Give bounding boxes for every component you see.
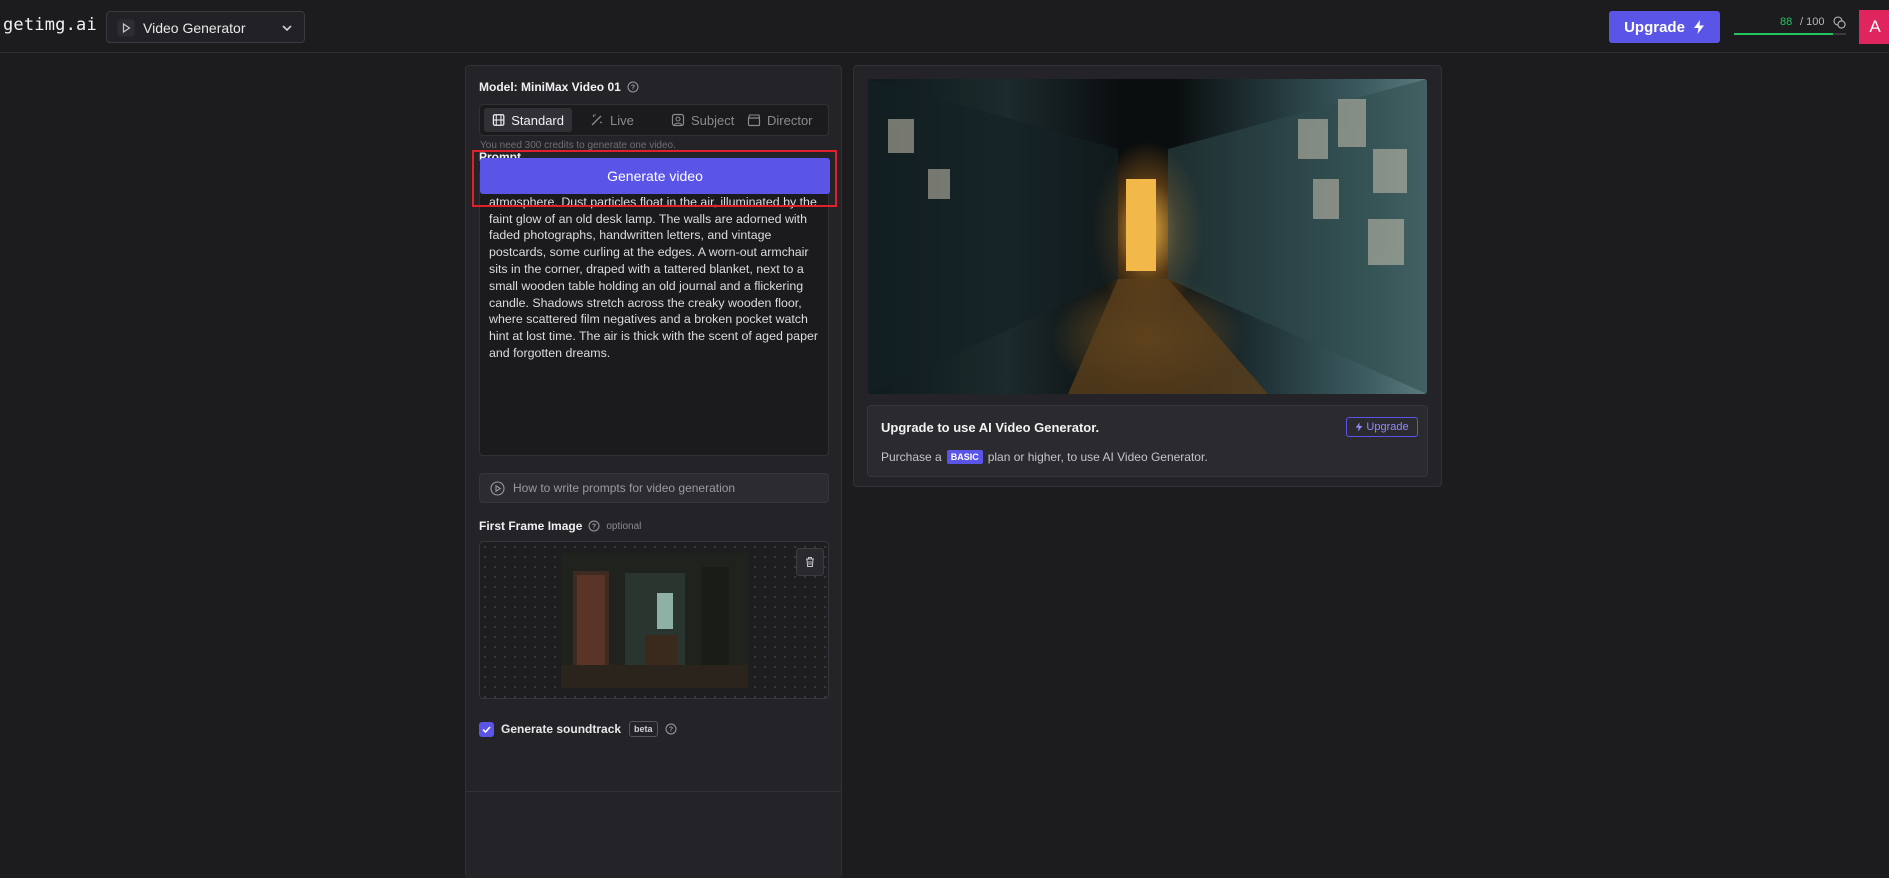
tab-director-label: Director bbox=[767, 112, 813, 128]
checkmark-icon bbox=[482, 725, 491, 733]
upgrade-text-after: plan or higher, to use AI Video Generato… bbox=[987, 450, 1208, 464]
play-icon bbox=[117, 19, 135, 37]
help-icon[interactable]: ? bbox=[665, 723, 677, 735]
generate-button-highlight: Generate video bbox=[472, 150, 837, 207]
first-frame-label: First Frame Image bbox=[479, 519, 583, 533]
svg-text:?: ? bbox=[592, 524, 596, 531]
lightning-icon bbox=[1356, 422, 1363, 432]
prompt-guide-link[interactable]: How to write prompts for video generatio… bbox=[479, 473, 829, 503]
basic-plan-badge: BASIC bbox=[946, 450, 983, 464]
generate-video-button[interactable]: Generate video bbox=[480, 158, 830, 194]
tab-director[interactable]: Director bbox=[739, 108, 821, 132]
upgrade-notice-button[interactable]: Upgrade bbox=[1346, 417, 1418, 437]
generation-settings-panel: Model: MiniMax Video 01 ? Standard Live bbox=[465, 65, 842, 878]
upgrade-notice-title: Upgrade to use AI Video Generator. bbox=[881, 420, 1100, 435]
clapperboard-icon bbox=[747, 114, 761, 127]
person-icon bbox=[671, 113, 685, 127]
upgrade-notice-button-label: Upgrade bbox=[1366, 421, 1409, 433]
logo[interactable]: getimg.ai bbox=[3, 15, 97, 35]
generate-footer bbox=[466, 791, 841, 878]
prompt-guide-label: How to write prompts for video generatio… bbox=[513, 481, 736, 495]
lightning-icon bbox=[1693, 20, 1704, 34]
help-icon[interactable]: ? bbox=[588, 520, 600, 532]
tab-live-label: Live bbox=[610, 112, 634, 128]
avatar[interactable]: A bbox=[1859, 10, 1889, 44]
prompt-textarea[interactable]: A dimly lit room filled with a nostalgic… bbox=[479, 169, 829, 456]
credits-indicator[interactable]: 88 / 100 bbox=[1734, 15, 1846, 39]
play-circle-icon bbox=[490, 480, 505, 496]
first-frame-thumbnail bbox=[561, 553, 748, 688]
credits-total: / 100 bbox=[1800, 16, 1825, 28]
tab-standard-label: Standard bbox=[511, 112, 564, 128]
model-label-row: Model: MiniMax Video 01 ? bbox=[479, 80, 639, 94]
svg-text:?: ? bbox=[631, 85, 635, 92]
help-icon[interactable]: ? bbox=[627, 81, 639, 93]
upgrade-notice-card: Upgrade to use AI Video Generator. Upgra… bbox=[867, 405, 1428, 477]
trash-icon bbox=[806, 557, 814, 567]
top-bar: getimg.ai Video Generator Upgrade 88 / 1… bbox=[0, 0, 1889, 53]
first-frame-dropzone[interactable] bbox=[479, 541, 829, 699]
model-mode-tabs: Standard Live Subject Director bbox=[479, 104, 829, 136]
video-preview-panel: Upgrade to use AI Video Generator. Upgra… bbox=[853, 65, 1442, 487]
beta-badge: beta bbox=[629, 721, 658, 737]
chevron-down-icon bbox=[282, 25, 292, 32]
coins-icon bbox=[1833, 16, 1846, 29]
upgrade-button-label: Upgrade bbox=[1624, 18, 1685, 36]
credits-progress-fill bbox=[1734, 33, 1833, 35]
video-preview-image bbox=[868, 79, 1427, 394]
hallway-image bbox=[868, 79, 1427, 394]
model-label: Model: MiniMax Video 01 bbox=[479, 80, 621, 94]
credits-current: 88 bbox=[1780, 16, 1793, 28]
film-icon bbox=[492, 114, 505, 126]
credits-progress-bar bbox=[1734, 33, 1846, 35]
upgrade-button[interactable]: Upgrade bbox=[1609, 11, 1720, 43]
first-frame-label-row: First Frame Image ? optional bbox=[479, 519, 641, 533]
delete-image-button[interactable] bbox=[796, 548, 824, 576]
tab-standard[interactable]: Standard bbox=[484, 108, 572, 132]
soundtrack-label[interactable]: Generate soundtrack bbox=[501, 722, 621, 736]
soundtrack-checkbox[interactable] bbox=[479, 721, 494, 737]
magic-wand-icon bbox=[591, 114, 603, 126]
room-image bbox=[561, 553, 748, 688]
tab-subject-label: Subject bbox=[691, 112, 735, 128]
upgrade-text-before: Purchase a bbox=[881, 450, 942, 464]
upgrade-notice-text: Purchase a BASIC plan or higher, to use … bbox=[881, 450, 1208, 464]
tab-live[interactable]: Live bbox=[582, 108, 642, 132]
svg-text:?: ? bbox=[668, 727, 672, 734]
tool-select-dropdown[interactable]: Video Generator bbox=[106, 11, 305, 43]
soundtrack-row: Generate soundtrack beta ? bbox=[479, 721, 677, 737]
tool-select-label: Video Generator bbox=[143, 20, 246, 36]
tab-subject[interactable]: Subject bbox=[663, 108, 742, 132]
optional-tag: optional bbox=[606, 520, 642, 532]
